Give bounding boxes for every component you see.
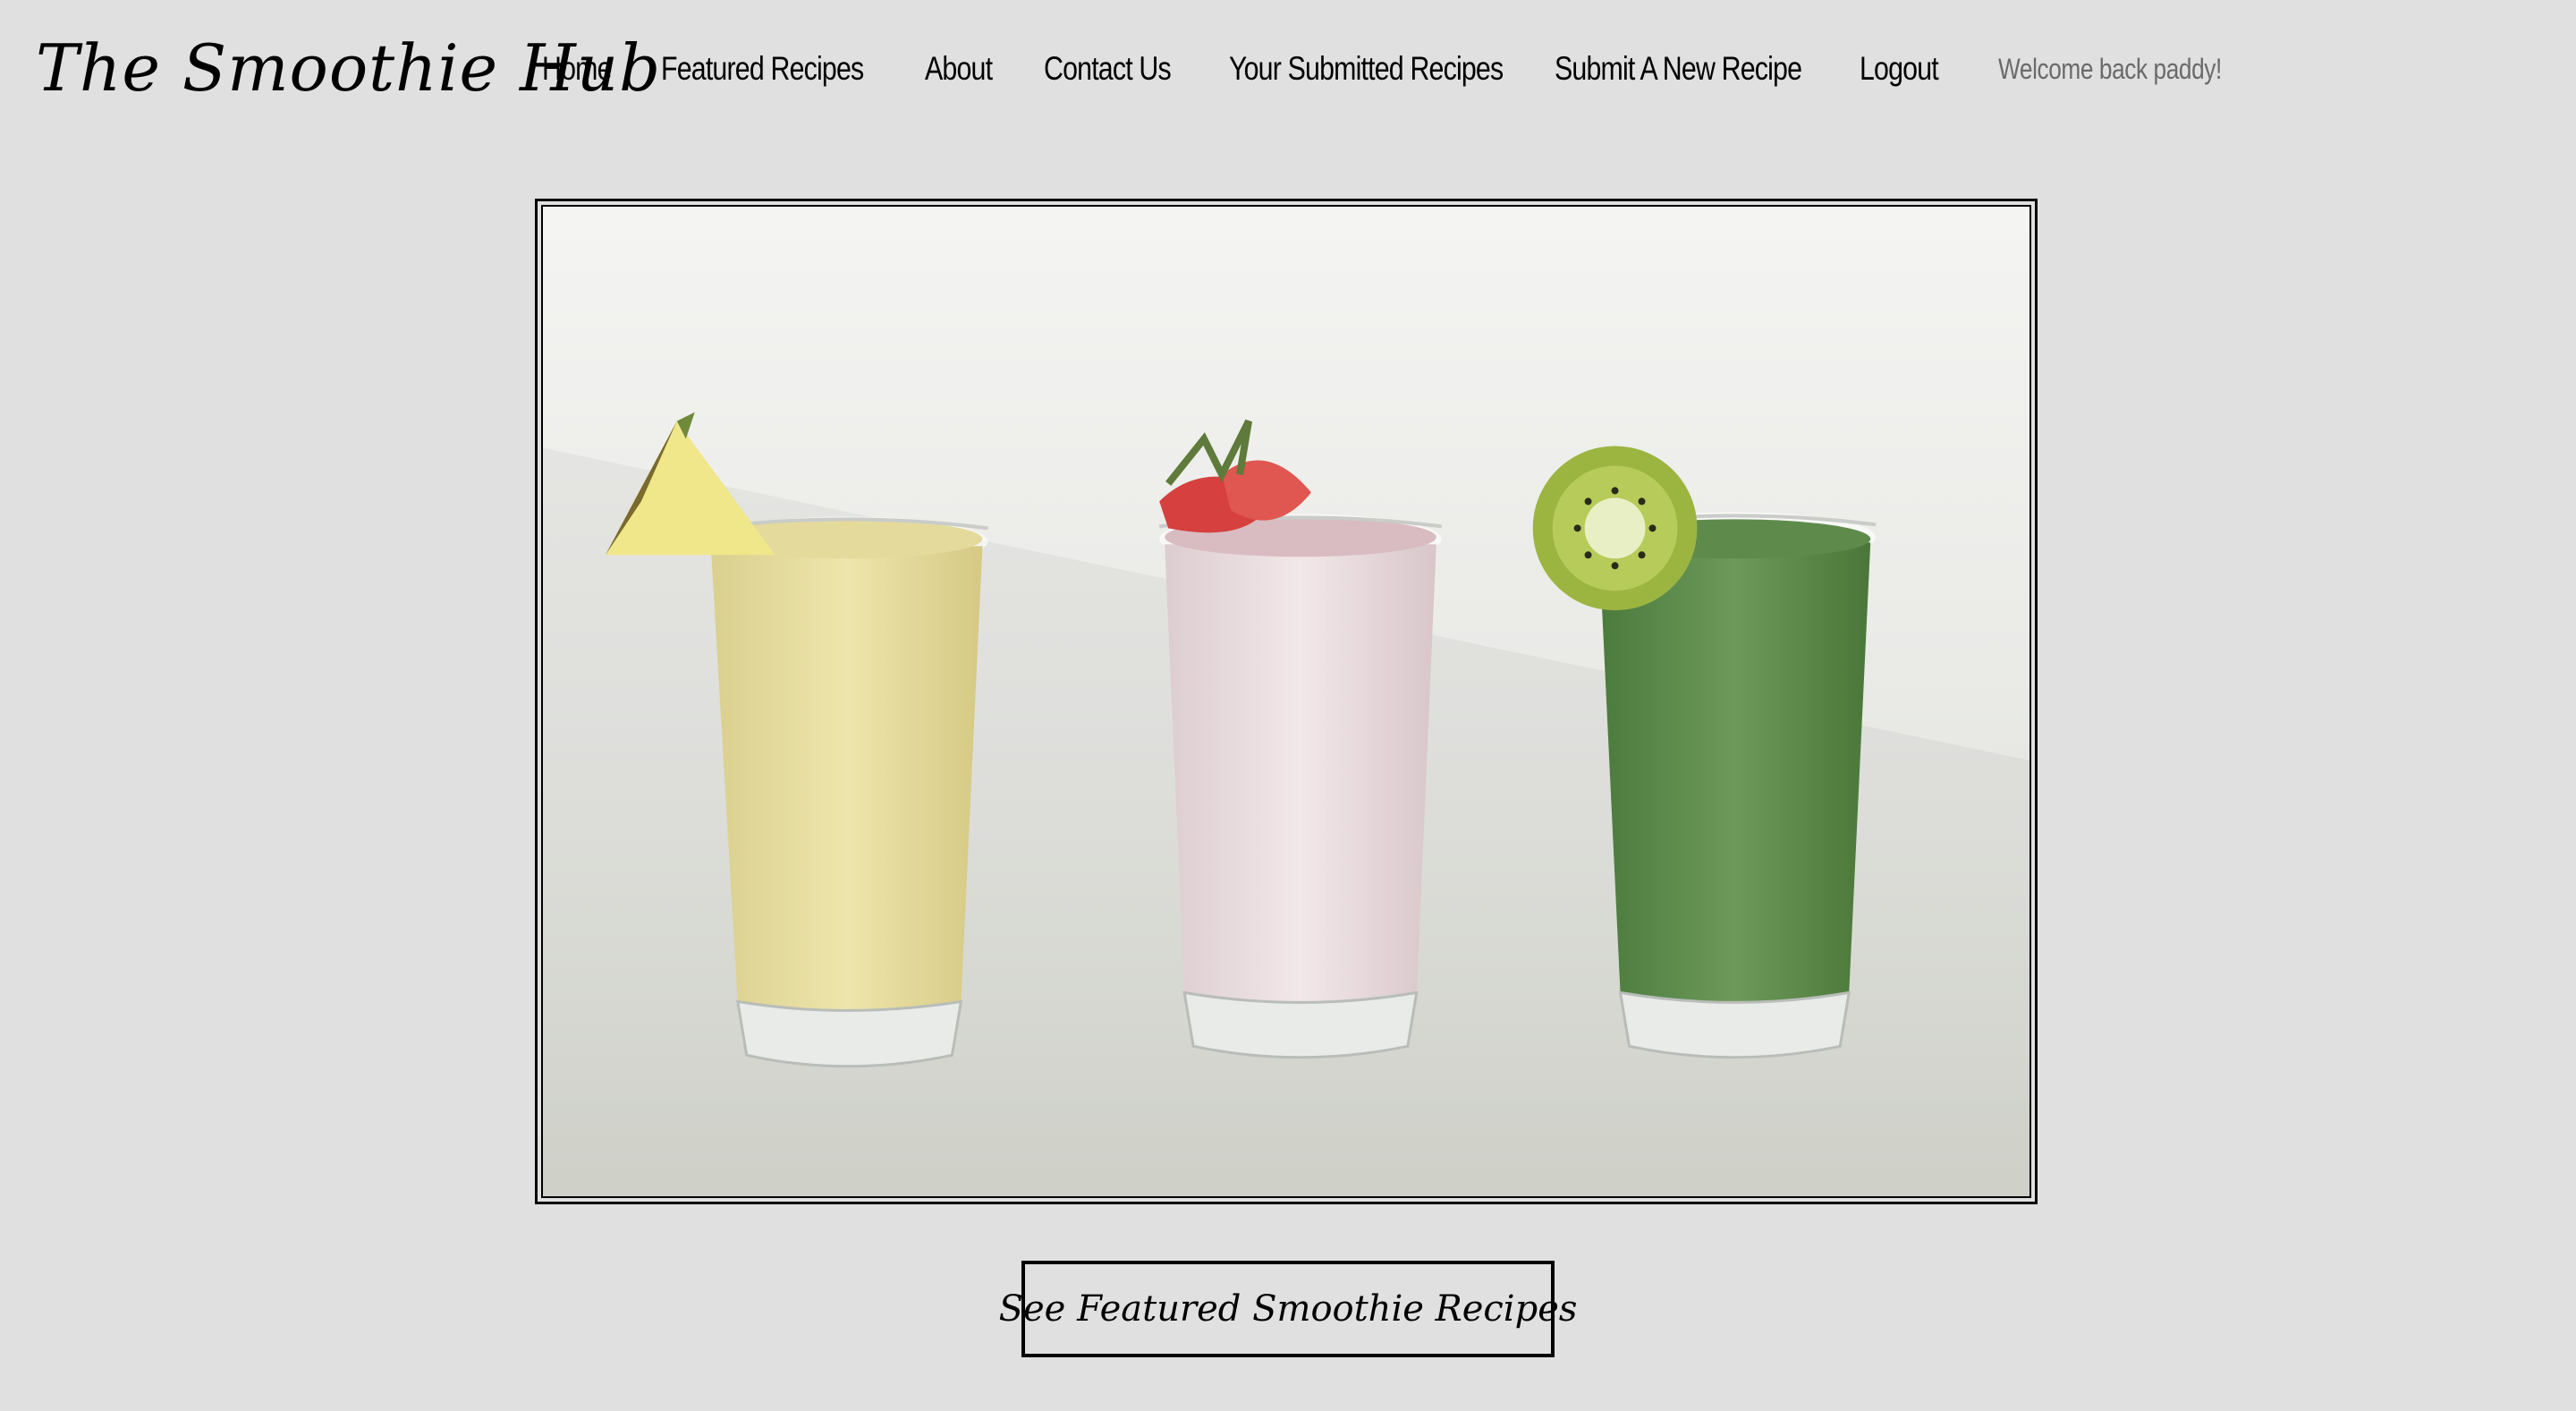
hero-image	[541, 205, 2031, 1198]
see-featured-recipes-button[interactable]: See Featured Smoothie Recipes	[999, 1261, 1577, 1357]
nav-link-home[interactable]: Home	[542, 50, 612, 88]
hero-image-frame	[535, 199, 2038, 1204]
nav-link-about[interactable]: About	[925, 50, 993, 88]
main-nav: Home Featured Recipes About Contact Us Y…	[542, 39, 2271, 98]
nav-link-featured-recipes[interactable]: Featured Recipes	[661, 50, 864, 88]
nav-link-logout[interactable]: Logout	[1860, 50, 1939, 88]
nav-link-contact-us[interactable]: Contact Us	[1044, 50, 1172, 88]
nav-link-your-submitted-recipes[interactable]: Your Submitted Recipes	[1229, 50, 1504, 88]
site-header: The Smoothie Hub Home Featured Recipes A…	[0, 0, 2576, 134]
nav-link-submit-new-recipe[interactable]: Submit A New Recipe	[1555, 50, 1802, 88]
welcome-message: Welcome back paddy!	[1998, 52, 2222, 85]
